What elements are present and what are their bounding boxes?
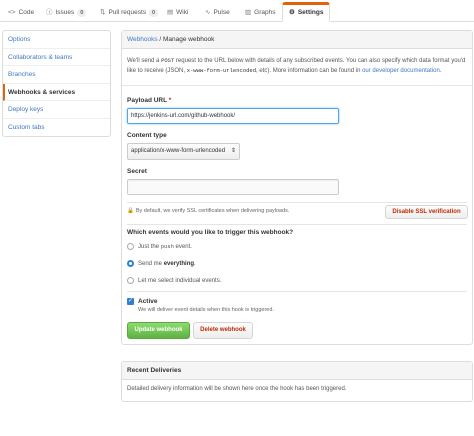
radio-everything[interactable]: [127, 260, 134, 267]
issues-count-badge: 0: [77, 8, 87, 17]
pull-requests-count-badge: 0: [149, 8, 159, 17]
sidebar-item-webhooks[interactable]: Webhooks & services: [3, 83, 110, 101]
desc-code-post: POST: [161, 57, 175, 64]
page-title: Manage webhook: [163, 36, 215, 43]
radio-push[interactable]: [127, 243, 134, 250]
desc-text: .: [439, 68, 442, 74]
secret-input[interactable]: [127, 179, 339, 195]
issue-icon: ⓘ: [46, 8, 53, 16]
desc-text: We'll send a: [127, 58, 162, 64]
tab-code[interactable]: <> Code: [8, 3, 34, 22]
select-arrows-icon: ⇕: [230, 148, 236, 154]
code-icon: <>: [8, 8, 16, 16]
event-push-suffix: event.: [173, 244, 192, 250]
pulse-icon: ∿: [205, 8, 211, 16]
event-push-code: push: [160, 243, 174, 250]
active-checkbox-row[interactable]: ✓ Active: [127, 298, 158, 305]
developer-docs-link[interactable]: our developer documentation: [362, 68, 440, 74]
ssl-note: 🔒 By default, we verify SSL certificates…: [127, 208, 289, 214]
event-option-label: Let me select individual events.: [138, 277, 222, 284]
event-push-prefix: Just the: [138, 244, 161, 250]
event-option-individual[interactable]: Let me select individual events.: [127, 277, 221, 284]
divider: [127, 202, 467, 203]
manage-webhook-panel: Webhooks / Manage webhook We'll send a P…: [121, 30, 473, 345]
active-checkbox[interactable]: ✓: [127, 298, 134, 305]
content-type-select[interactable]: application/x-www-form-urlencoded ⇕: [127, 143, 240, 160]
breadcrumb: Webhooks / Manage webhook: [122, 31, 472, 49]
tab-label: Wiki: [176, 8, 189, 16]
event-option-label: Just the push event.: [138, 243, 192, 250]
pull-request-icon: ⇅: [100, 8, 106, 16]
event-everything-strong: everything: [163, 260, 195, 267]
update-webhook-button[interactable]: Update webhook: [127, 322, 190, 339]
event-option-everything[interactable]: Send me everything.: [127, 260, 196, 267]
settings-sidebar: Options Collaborators & teams Branches W…: [2, 30, 111, 137]
recent-deliveries-panel: Recent Deliveries Detailed delivery info…: [121, 361, 473, 402]
desc-text: ). More information can be found in: [267, 68, 363, 74]
tab-label: Graphs: [254, 8, 276, 16]
tab-label: Issues: [55, 8, 75, 16]
divider: [122, 85, 472, 86]
content-type-value: application/x-www-form-urlencoded: [131, 148, 226, 154]
event-everything-prefix: Send me: [138, 260, 164, 267]
breadcrumb-webhooks-link[interactable]: Webhooks: [127, 36, 158, 43]
lock-icon: 🔒: [127, 208, 134, 214]
tab-issues[interactable]: ⓘ Issues 0: [46, 3, 87, 22]
disable-ssl-button[interactable]: Disable SSL verification: [385, 205, 468, 219]
sidebar-item-deploy-keys[interactable]: Deploy keys: [3, 101, 110, 119]
active-label: Active: [138, 298, 158, 305]
divider: [127, 291, 467, 292]
gear-icon: ⚙: [289, 9, 295, 16]
payload-url-input[interactable]: https://jenkins-url.com/github-webhook/: [127, 108, 339, 124]
required-marker: *: [168, 97, 172, 104]
event-option-push[interactable]: Just the push event.: [127, 243, 192, 250]
tab-label: Code: [18, 8, 35, 16]
repo-tab-bar: <> Code ⓘ Issues 0 ⇅ Pull requests 0 ▤ W…: [0, 0, 474, 22]
tab-pulse[interactable]: ∿ Pulse: [205, 3, 230, 22]
tab-pull-requests[interactable]: ⇅ Pull requests 0: [100, 3, 159, 22]
tab-graphs[interactable]: ▥ Graphs: [245, 3, 275, 22]
sidebar-item-branches[interactable]: Branches: [3, 66, 110, 84]
event-option-label: Send me everything.: [138, 261, 196, 267]
radio-individual[interactable]: [127, 277, 134, 284]
payload-url-label-text: Payload URL: [127, 97, 167, 104]
events-label: Which events would you like to trigger t…: [127, 229, 294, 236]
recent-deliveries-title: Recent Deliveries: [122, 362, 472, 380]
active-note: We will deliver event details when this …: [138, 307, 274, 313]
tab-label: Pulse: [213, 8, 230, 16]
tab-settings[interactable]: ⚙ Settings: [282, 2, 331, 22]
event-everything-suffix: .: [194, 260, 196, 267]
recent-deliveries-empty-text: Detailed delivery information will be sh…: [127, 386, 347, 392]
sidebar-item-options[interactable]: Options: [3, 31, 110, 49]
delete-webhook-button[interactable]: Delete webhook: [193, 322, 253, 339]
ssl-note-text: By default, we verify SSL certificates w…: [135, 208, 290, 214]
tab-wiki[interactable]: ▤ Wiki: [167, 3, 188, 22]
tab-label: Pull requests: [108, 8, 147, 16]
sidebar-item-collaborators[interactable]: Collaborators & teams: [3, 49, 110, 66]
divider: [127, 224, 467, 225]
content-type-label: Content type: [127, 132, 167, 139]
payload-url-label: Payload URL *: [127, 97, 171, 104]
desc-code-format: x-www-form-urlencoded: [186, 67, 256, 74]
book-icon: ▤: [167, 8, 174, 16]
tab-label: Settings: [297, 9, 324, 16]
secret-label: Secret: [127, 168, 147, 175]
webhook-description: We'll send a POST request to the URL bel…: [127, 56, 467, 76]
sidebar-item-custom-tabs[interactable]: Custom tabs: [3, 119, 110, 137]
graph-icon: ▥: [245, 8, 252, 16]
